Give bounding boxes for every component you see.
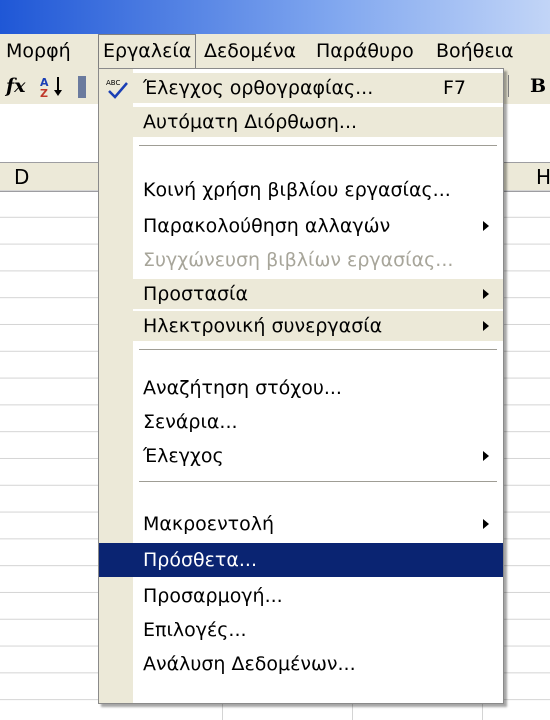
column-h-label[interactable]: H — [536, 163, 550, 191]
menu-item-spelling[interactable]: ABC Έλεγχος ορθογραφίας... F7 — [99, 73, 503, 103]
menu-item-share-workbook[interactable]: Κοινή χρήση βιβλίου εργασίας... — [99, 175, 503, 205]
menu-help[interactable]: Βοήθεια — [432, 34, 518, 68]
title-bar — [0, 0, 550, 34]
tools-dropdown-menu: ABC Έλεγχος ορθογραφίας... F7 Αυτόματη Δ… — [98, 68, 504, 704]
svg-text:ABC: ABC — [106, 79, 120, 87]
menu-item-goal-seek[interactable]: Αναζήτηση στόχου... — [99, 373, 503, 403]
menu-item-online-collaboration[interactable]: Ηλεκτρονική συνεργασία — [99, 311, 503, 341]
svg-text:Z: Z — [40, 87, 48, 98]
menu-format[interactable]: Μορφή — [2, 34, 75, 68]
chart-wizard-icon[interactable] — [78, 76, 86, 98]
menu-window[interactable]: Παράθυρο — [312, 34, 418, 68]
submenu-arrow-icon — [483, 321, 489, 331]
menu-separator — [139, 145, 497, 147]
menu-item-merge-workbooks: Συγχώνευση βιβλίων εργασίας... — [143, 249, 454, 271]
menu-data[interactable]: Δεδομένα — [200, 34, 300, 68]
menu-bar: Μορφή Εργαλεία Δεδομένα Παράθυρο Βοήθεια — [0, 34, 550, 69]
submenu-arrow-icon — [483, 221, 489, 231]
toolbar-dropdown-edge — [508, 75, 517, 97]
menu-item-data-analysis[interactable]: Ανάλυση Δεδομένων... — [99, 649, 503, 679]
menu-item-options[interactable]: Επιλογές... — [99, 615, 503, 645]
submenu-arrow-icon — [483, 451, 489, 461]
sort-ascending-icon[interactable]: A Z — [40, 74, 66, 104]
menu-item-track-changes[interactable]: Παρακολούθηση αλλαγών — [99, 211, 503, 241]
bold-button[interactable]: B — [530, 74, 546, 98]
submenu-arrow-icon — [483, 289, 489, 299]
column-d-label[interactable]: D — [14, 163, 29, 191]
menu-item-customize[interactable]: Προσαρμογή... — [99, 581, 503, 611]
menu-separator — [139, 349, 497, 351]
spell-check-icon: ABC — [105, 77, 129, 99]
menu-item-macro[interactable]: Μακροεντολή — [99, 509, 503, 539]
menu-item-autocorrect[interactable]: Αυτόματη Διόρθωση... — [99, 107, 503, 137]
function-icon[interactable]: fx — [6, 74, 26, 98]
menu-separator — [139, 481, 497, 483]
menu-item-auditing[interactable]: Έλεγχος — [99, 441, 503, 471]
menu-item-protection[interactable]: Προστασία — [99, 279, 503, 309]
submenu-arrow-icon — [483, 519, 489, 529]
menu-item-scenarios[interactable]: Σενάρια... — [99, 407, 503, 437]
menu-item-addins[interactable]: Πρόσθετα... — [99, 543, 503, 577]
menu-tools[interactable]: Εργαλεία — [98, 34, 197, 68]
